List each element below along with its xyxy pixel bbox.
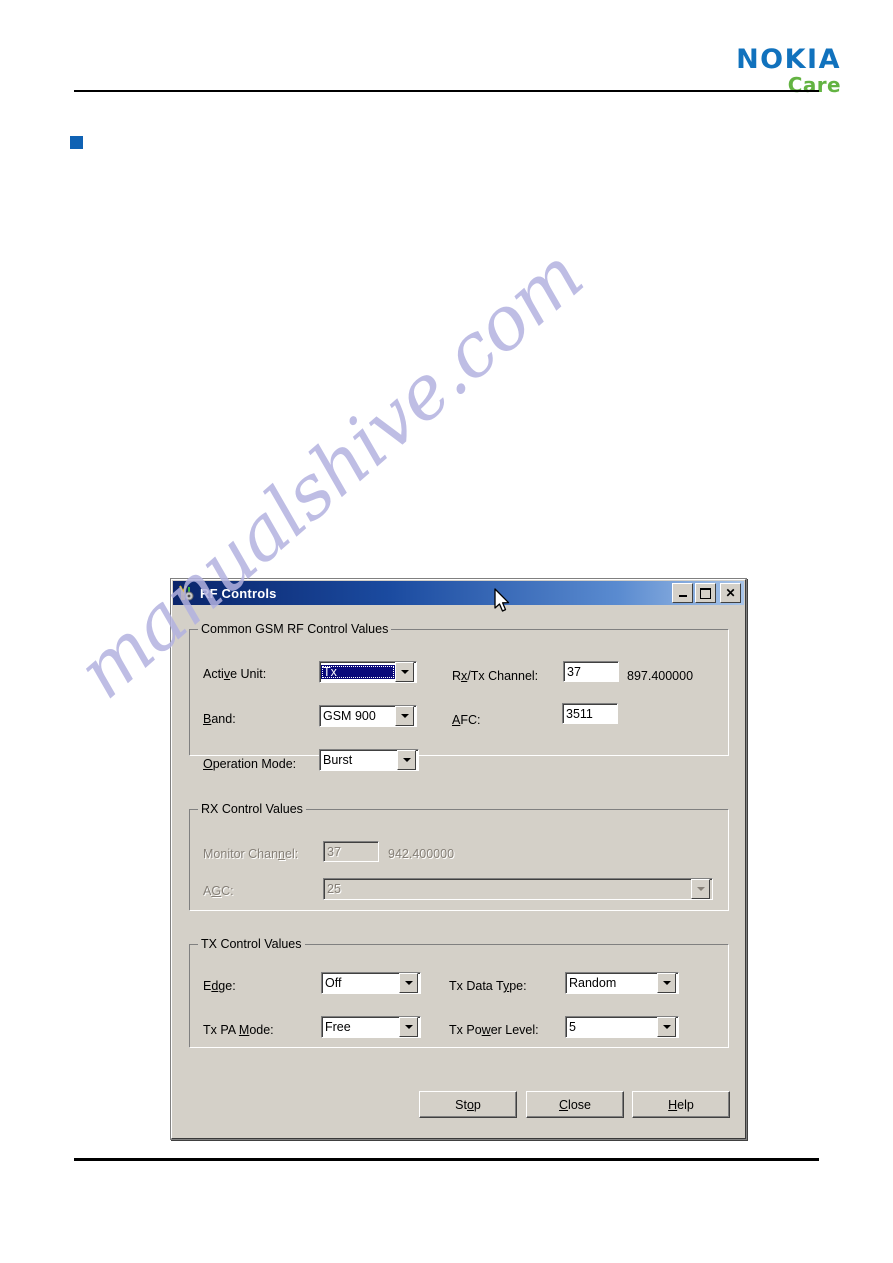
minimize-button[interactable] <box>672 583 693 603</box>
input-monitor-channel: 37 <box>323 841 379 862</box>
combo-active-unit[interactable]: Tx <box>319 661 417 683</box>
chevron-down-icon[interactable] <box>395 662 414 682</box>
header-divider <box>74 90 819 92</box>
label-operation-mode: Operation Mode: <box>203 757 297 771</box>
combo-tx-pa-mode-value: Free <box>325 1020 351 1034</box>
page-header: NOKIA Care <box>0 0 893 100</box>
close-button-label: Close <box>559 1097 591 1112</box>
combo-tx-data-type[interactable]: Random <box>565 972 679 994</box>
chevron-down-icon <box>691 879 710 899</box>
label-tx-data-type: Tx Data Type: <box>449 979 527 993</box>
group-common-gsm-title: Common GSM RF Control Values <box>198 622 392 636</box>
combo-tx-power-level[interactable]: 5 <box>565 1016 679 1038</box>
logo-care-text: Care <box>787 73 841 97</box>
dialog-titlebar[interactable]: RF Controls ✕ <box>173 581 744 605</box>
help-button-label: Help <box>668 1097 694 1112</box>
combo-band-value: GSM 900 <box>323 709 376 723</box>
label-tx-pa-mode: Tx PA Mode: <box>203 1023 274 1037</box>
logo-nokia-text: NOKIA <box>736 44 841 75</box>
combo-active-unit-value: Tx <box>321 665 395 679</box>
chevron-down-icon[interactable] <box>399 973 418 993</box>
combo-edge[interactable]: Off <box>321 972 421 994</box>
close-dialog-button[interactable]: Close <box>526 1091 624 1118</box>
dialog-title: RF Controls <box>200 585 277 601</box>
stop-button[interactable]: Stop <box>419 1091 517 1118</box>
stop-button-label: Stop <box>455 1097 481 1112</box>
rf-controls-dialog: RF Controls ✕ Common GSM RF Control Valu… <box>170 578 747 1140</box>
monitor-frequency-value: 942.400000 <box>388 847 455 861</box>
label-afc: AFC: <box>452 713 481 727</box>
minimize-icon <box>678 595 687 597</box>
label-tx-power-level: Tx Power Level: <box>449 1023 539 1037</box>
label-rx-tx-channel: Rx/Tx Channel: <box>452 669 539 683</box>
chevron-down-icon[interactable] <box>399 1017 418 1037</box>
group-tx-control-title: TX Control Values <box>198 937 305 951</box>
label-edge: Edge: <box>203 979 236 993</box>
input-afc[interactable]: 3511 <box>562 703 618 724</box>
chevron-down-icon[interactable] <box>397 750 416 770</box>
label-active-unit: Active Unit: <box>203 667 267 681</box>
group-rx-control-title: RX Control Values <box>198 802 306 816</box>
combo-agc-value: 25 <box>327 882 341 896</box>
window-controls: ✕ <box>672 583 741 603</box>
combo-operation-mode-value: Burst <box>323 753 353 767</box>
maximize-button[interactable] <box>695 583 716 603</box>
nokia-care-logo: NOKIA Care <box>736 46 841 95</box>
group-common-gsm: Common GSM RF Control Values <box>189 622 729 756</box>
section-bullet-square <box>70 136 83 149</box>
chevron-down-icon[interactable] <box>395 706 414 726</box>
combo-edge-value: Off <box>325 976 342 990</box>
label-agc: AGC: <box>203 884 234 898</box>
combo-tx-power-level-value: 5 <box>569 1020 576 1034</box>
chevron-down-icon[interactable] <box>657 1017 676 1037</box>
maximize-icon <box>700 587 711 599</box>
footer-divider <box>74 1158 819 1161</box>
help-button[interactable]: Help <box>632 1091 730 1118</box>
label-monitor-channel: Monitor Channel: <box>203 847 299 861</box>
combo-operation-mode[interactable]: Burst <box>319 749 419 771</box>
combo-band[interactable]: GSM 900 <box>319 705 417 727</box>
combo-tx-data-type-value: Random <box>569 976 617 990</box>
close-button[interactable]: ✕ <box>720 583 741 603</box>
input-rx-tx-channel[interactable]: 37 <box>563 661 619 682</box>
rx-tx-frequency-value: 897.400000 <box>627 669 694 683</box>
combo-tx-pa-mode[interactable]: Free <box>321 1016 421 1038</box>
chevron-down-icon[interactable] <box>657 973 676 993</box>
rf-tools-icon <box>177 584 195 602</box>
combo-agc: 25 <box>323 878 713 900</box>
label-band: Band: <box>203 712 236 726</box>
